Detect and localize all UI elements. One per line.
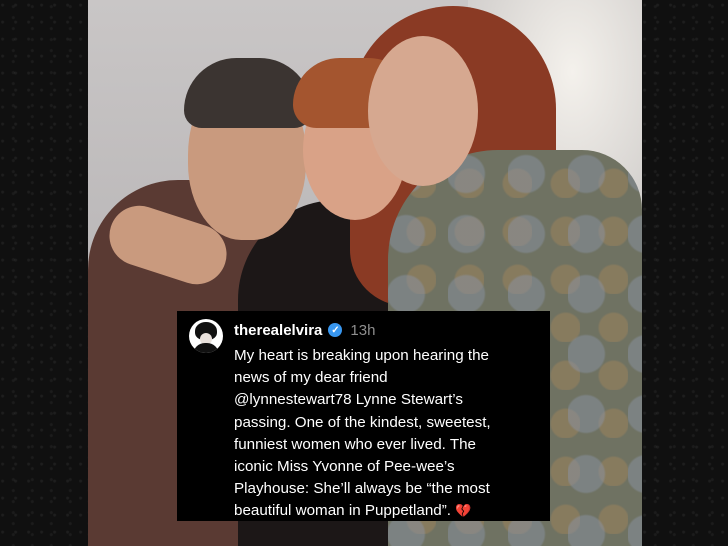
post-caption: My heart is breaking upon hearing the ne… xyxy=(234,345,540,523)
username[interactable]: therealelvira xyxy=(234,322,322,339)
broken-heart-emoji: 💔 xyxy=(455,503,472,519)
verified-badge-icon: ✓ xyxy=(328,323,343,337)
post-header: therealelvira ✓ 13h xyxy=(234,319,540,341)
left-background-panel xyxy=(0,0,88,546)
post-time: 13h xyxy=(350,321,376,339)
instagram-caption-card: therealelvira ✓ 13h My heart is breaking… xyxy=(177,311,550,521)
caption-text: My heart is breaking upon hearing the ne… xyxy=(234,347,491,520)
person-right-face xyxy=(368,36,478,186)
person-left-hair xyxy=(184,58,312,128)
profile-avatar-icon[interactable] xyxy=(189,319,223,353)
right-background-panel xyxy=(642,0,728,546)
